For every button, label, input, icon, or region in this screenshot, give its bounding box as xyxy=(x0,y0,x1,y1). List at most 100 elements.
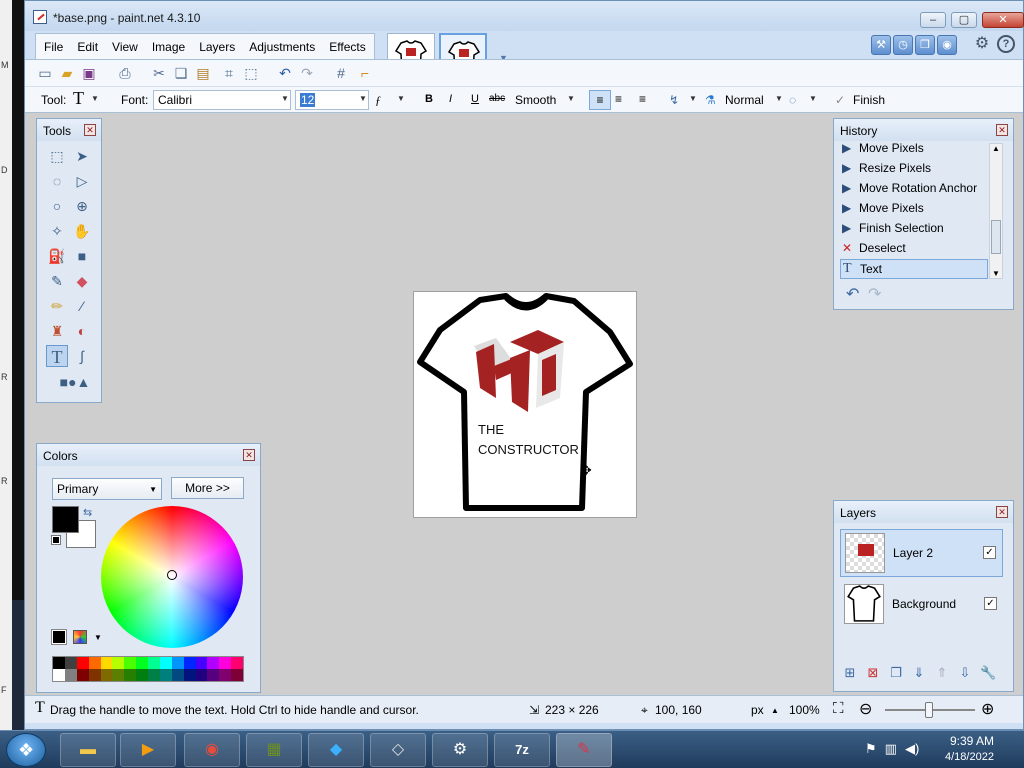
clone-stamp-icon[interactable]: ♜ xyxy=(46,320,68,342)
palette-swatch[interactable] xyxy=(88,657,101,669)
history-item[interactable]: ✕ Deselect xyxy=(840,239,988,259)
roblox-studio-taskbar-icon[interactable]: ◆ xyxy=(308,733,364,767)
zoom-slider-knob[interactable] xyxy=(925,702,933,718)
align-right-icon[interactable]: ≡ xyxy=(639,90,646,108)
scrollbar-thumb[interactable] xyxy=(991,220,1001,254)
gradient-icon[interactable]: ■ xyxy=(71,245,93,267)
panel-header[interactable]: Layers ✕ xyxy=(834,501,1013,523)
panel-header[interactable]: Tools ✕ xyxy=(37,119,101,141)
steam-taskbar-icon[interactable]: ⚙ xyxy=(432,733,488,767)
fit-window-icon[interactable]: ⛶ xyxy=(833,700,844,717)
palette-swatch[interactable] xyxy=(195,657,208,669)
menu-image[interactable]: Image xyxy=(152,40,185,54)
print-icon[interactable]: ⎙ xyxy=(117,65,133,81)
close-icon[interactable]: ✕ xyxy=(243,449,255,461)
copy-icon[interactable]: ❏ xyxy=(173,65,189,81)
layer-row-layer-2[interactable]: Layer 2 ✓ xyxy=(840,529,1003,577)
swap-colors-icon[interactable]: ⇆ xyxy=(83,506,92,519)
panel-header[interactable]: History ✕ xyxy=(834,119,1013,141)
palette-swatch[interactable] xyxy=(64,657,77,669)
media-player-taskbar-icon[interactable]: ▶ xyxy=(120,733,176,767)
crop-icon[interactable]: ⌗ xyxy=(221,65,237,81)
security-icon[interactable]: ⚑ xyxy=(865,741,877,757)
history-item[interactable]: ▶ Move Pixels xyxy=(840,199,988,219)
units-select[interactable]: px xyxy=(751,703,764,717)
italic-button[interactable]: I xyxy=(449,93,452,105)
color-mode-select[interactable]: Primary ▼ xyxy=(52,478,162,500)
close-icon[interactable]: ✕ xyxy=(996,124,1008,136)
rendering-mode-icon[interactable]: ƒ xyxy=(375,93,381,108)
palette-menu-icon[interactable] xyxy=(73,630,87,644)
shapes-icon[interactable]: ■●▲ xyxy=(55,371,95,393)
rectangle-select-icon[interactable]: ⬚ xyxy=(46,145,68,167)
strikethrough-button[interactable]: abc xyxy=(489,93,505,104)
redo-icon[interactable]: ↷ xyxy=(868,284,881,304)
palette-black-icon[interactable] xyxy=(51,629,67,645)
font-select[interactable]: Calibri xyxy=(153,90,291,110)
title-bar[interactable]: *base.png - paint.net 4.3.10 – ▢ ✕ xyxy=(25,1,1024,31)
history-item[interactable]: ▶ Finish Selection xyxy=(840,219,988,239)
move-layer-up-icon[interactable]: ⇑ xyxy=(934,665,950,681)
eraser-icon[interactable]: ◆ xyxy=(71,270,93,292)
history-item-selected[interactable]: T Text xyxy=(840,259,988,279)
chevron-down-icon[interactable]: ▼ xyxy=(567,94,575,103)
palette-swatch[interactable] xyxy=(195,669,208,681)
palette-swatch[interactable] xyxy=(88,669,101,681)
menu-view[interactable]: View xyxy=(112,40,138,54)
scroll-up-icon[interactable]: ▲ xyxy=(992,144,1000,153)
merge-down-icon[interactable]: ⇓ xyxy=(911,665,927,681)
palette-swatch[interactable] xyxy=(207,657,220,669)
menu-file[interactable]: File xyxy=(44,40,63,54)
deselect-icon[interactable]: ⬚ xyxy=(243,65,259,81)
recolor-icon[interactable]: ◐ xyxy=(71,320,93,342)
app-taskbar-icon[interactable]: ◇ xyxy=(370,733,426,767)
palette-swatch[interactable] xyxy=(148,657,160,669)
chevron-down-icon[interactable]: ▼ xyxy=(359,94,367,103)
palette-swatch[interactable] xyxy=(231,657,243,669)
open-file-icon[interactable]: ▰ xyxy=(59,65,75,81)
reset-colors-icon[interactable] xyxy=(51,535,61,545)
palette-swatch[interactable] xyxy=(148,669,160,681)
chevron-down-icon[interactable]: ▼ xyxy=(281,94,289,103)
palette-swatch[interactable] xyxy=(100,657,113,669)
volume-icon[interactable]: ◀) xyxy=(905,741,919,757)
layers-toggle-icon[interactable]: ❐ xyxy=(915,35,935,55)
layer-properties-icon[interactable]: 🔧 xyxy=(980,665,996,681)
maximize-button[interactable]: ▢ xyxy=(951,12,977,28)
history-scrollbar[interactable]: ▲ ▼ xyxy=(989,143,1003,279)
add-layer-icon[interactable]: ⊞ xyxy=(842,665,858,681)
menu-effects[interactable]: Effects xyxy=(329,40,365,54)
history-toggle-icon[interactable]: ◷ xyxy=(893,35,913,55)
chevron-down-icon[interactable]: ▲ xyxy=(771,706,779,715)
palette-swatch[interactable] xyxy=(124,669,137,681)
history-item[interactable]: ▶ Move Pixels xyxy=(840,143,988,159)
text-layer-content[interactable]: THE CONSTRUCTOR xyxy=(478,420,579,460)
paintbrush-icon[interactable]: ✎ xyxy=(46,270,68,292)
7zip-taskbar-icon[interactable]: 7z xyxy=(494,733,550,767)
zoom-in-icon[interactable]: ⊕ xyxy=(981,699,994,719)
paste-icon[interactable]: ▤ xyxy=(195,65,211,81)
pan-icon[interactable]: ✋ xyxy=(71,220,93,242)
palette-swatch[interactable] xyxy=(219,657,232,669)
tools-toggle-icon[interactable]: ⚒ xyxy=(871,35,891,55)
new-file-icon[interactable]: ▭ xyxy=(37,65,53,81)
paint-bucket-icon[interactable]: ⛽ xyxy=(46,245,68,267)
line-curve-icon[interactable]: ∫ xyxy=(71,345,93,367)
palette-swatch[interactable] xyxy=(112,657,125,669)
font-size-input[interactable]: 12 xyxy=(295,90,369,110)
history-item[interactable]: ▶ Move Rotation Anchor xyxy=(840,179,988,199)
palette-swatch[interactable] xyxy=(124,657,137,669)
paintnet-taskbar-icon[interactable]: ✎ xyxy=(556,733,612,767)
move-selection-icon[interactable]: ▷ xyxy=(71,170,93,192)
history-item[interactable]: ▶ Resize Pixels xyxy=(840,159,988,179)
magic-wand-icon[interactable]: ✧ xyxy=(46,220,68,242)
layer-visibility-checkbox[interactable]: ✓ xyxy=(984,597,997,610)
bold-button[interactable]: B xyxy=(425,93,433,105)
save-icon[interactable]: ▣ xyxy=(81,65,97,81)
start-button[interactable] xyxy=(6,733,46,767)
panel-header[interactable]: Colors ✕ xyxy=(37,444,260,466)
minecraft-taskbar-icon[interactable]: ▦ xyxy=(246,733,302,767)
menu-adjustments[interactable]: Adjustments xyxy=(249,40,315,54)
layer-visibility-checkbox[interactable]: ✓ xyxy=(983,546,996,559)
align-left-icon[interactable]: ≡ xyxy=(589,90,611,110)
